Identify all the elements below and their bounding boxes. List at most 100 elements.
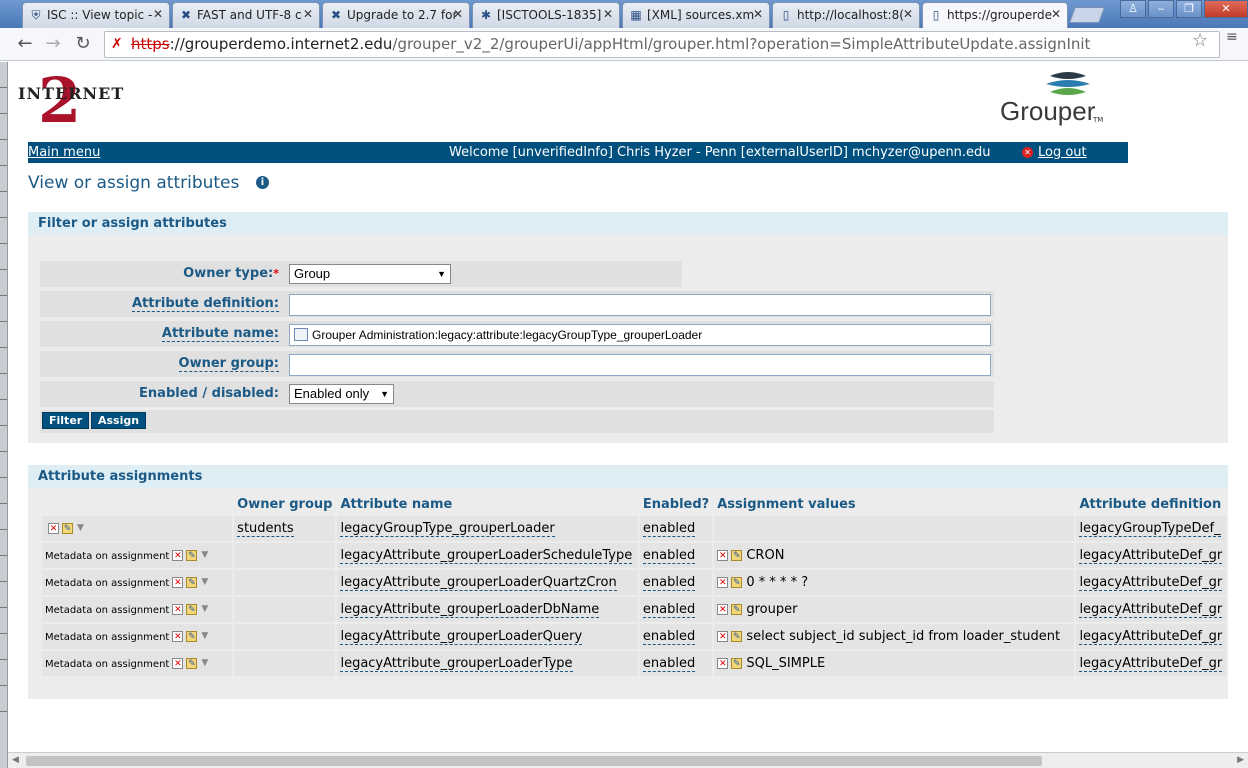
menu-arrow-icon[interactable]: ▼ xyxy=(200,631,209,642)
owner-group-label[interactable]: Owner group: xyxy=(178,356,279,372)
edit-value-icon[interactable]: ✎ xyxy=(731,604,743,615)
edit-icon[interactable]: ✎ xyxy=(62,523,73,534)
attribute-definition-label[interactable]: Attribute definition: xyxy=(132,296,279,312)
edit-value-icon[interactable]: ✎ xyxy=(731,550,743,561)
enabled-cell[interactable]: enabled xyxy=(642,629,696,645)
address-bar[interactable]: ✗ https://grouperdemo.internet2.edu/group… xyxy=(104,31,1220,58)
attribute-definition-header: Attribute definition xyxy=(1076,494,1226,514)
close-tab-icon[interactable]: ✕ xyxy=(753,7,763,21)
attribute-name-cell[interactable]: legacyGroupType_grouperLoader xyxy=(340,521,555,537)
logout-link[interactable]: Log out xyxy=(1038,142,1087,163)
menu-arrow-icon[interactable]: ▼ xyxy=(76,523,85,534)
tab-grouperdemo[interactable]: ▯ https://grouperde ✕ xyxy=(922,2,1068,29)
filter-button[interactable]: Filter xyxy=(42,412,90,429)
info-icon[interactable]: i xyxy=(256,176,269,189)
attribute-definition-cell[interactable]: legacyAttributeDef_gr xyxy=(1079,629,1223,645)
edit-icon[interactable]: ✎ xyxy=(186,604,198,615)
chrome-menu-icon[interactable]: ≡ xyxy=(1226,30,1240,52)
menu-arrow-icon[interactable]: ▼ xyxy=(200,658,209,669)
close-tab-icon[interactable]: ✕ xyxy=(153,7,163,21)
minimize-icon[interactable]: ‒ xyxy=(1148,0,1174,18)
owner-group-cell[interactable]: students xyxy=(237,521,294,537)
delete-icon[interactable]: ✕ xyxy=(48,523,59,534)
enabled-select[interactable]: Enabled only ▼ xyxy=(289,384,394,404)
tab-localhost[interactable]: ▯ http://localhost:8(✕ xyxy=(772,2,920,28)
attribute-name-cell[interactable]: legacyAttribute_grouperLoaderScheduleTyp… xyxy=(340,548,633,564)
horizontal-scrollbar[interactable]: ◀ ▶ xyxy=(8,752,1248,768)
attribute-name-row: Attribute name: Grouper Administration:l… xyxy=(40,321,994,347)
main-menu-bar: Main menu Welcome [unverifiedInfo] Chris… xyxy=(28,142,1128,163)
attribute-name-cell[interactable]: legacyAttribute_grouperLoaderDbName xyxy=(340,602,600,618)
back-icon[interactable]: ← xyxy=(14,33,36,55)
delete-value-icon[interactable]: ✕ xyxy=(717,550,729,561)
tab-fast-utf8[interactable]: ✖ FAST and UTF-8 c ✕ xyxy=(172,2,320,28)
table-row: Metadata on assignment ✕ ✎ ▼ legacyAttribut… xyxy=(42,651,1226,676)
page-icon: ▯ xyxy=(782,8,790,22)
enabled-cell[interactable]: enabled xyxy=(642,656,696,672)
attribute-definition-cell[interactable]: legacyAttributeDef_gr xyxy=(1079,656,1223,672)
attribute-definition-cell[interactable]: legacyAttributeDef_gr xyxy=(1079,602,1223,618)
reload-icon[interactable]: ↻ xyxy=(72,33,94,55)
window-close-icon[interactable]: ✕ xyxy=(1204,0,1248,18)
restore-icon[interactable]: ❐ xyxy=(1176,0,1202,18)
tab-xml-sources[interactable]: ▦ [XML] sources.xm ✕ xyxy=(622,2,770,28)
scroll-right-icon[interactable]: ▶ xyxy=(1237,755,1244,765)
edit-value-icon[interactable]: ✎ xyxy=(731,658,743,669)
attribute-definition-cell[interactable]: legacyGroupTypeDef_ xyxy=(1079,521,1221,537)
forward-icon[interactable]: → xyxy=(42,33,64,55)
close-tab-icon[interactable]: ✕ xyxy=(303,7,313,21)
attribute-definition-cell[interactable]: legacyAttributeDef_gr xyxy=(1079,575,1223,591)
scroll-left-icon[interactable]: ◀ xyxy=(12,755,19,765)
delete-icon[interactable]: ✕ xyxy=(172,604,184,615)
attribute-definition-cell[interactable]: legacyAttributeDef_gr xyxy=(1079,548,1223,564)
tab-isctools[interactable]: ✱ [ISCTOOLS-1835] ✕ xyxy=(472,2,620,28)
menu-arrow-icon[interactable]: ▼ xyxy=(200,577,209,588)
delete-value-icon[interactable]: ✕ xyxy=(717,577,729,588)
browser-toolbar: ← → ↻ ✗ https://grouperdemo.internet2.edu… xyxy=(0,28,1248,61)
tab-isc-view-topic[interactable]: ⛨ ISC :: View topic - ✕ xyxy=(22,2,170,28)
attribute-name-cell[interactable]: legacyAttribute_grouperLoaderType xyxy=(340,656,573,672)
delete-icon[interactable]: ✕ xyxy=(172,658,184,669)
metadata-label: Metadata on assignment xyxy=(45,551,170,562)
attribute-name-cell[interactable]: legacyAttribute_grouperLoaderQuartzCron xyxy=(340,575,617,591)
tab-upgrade[interactable]: ✖ Upgrade to 2.7 for ✕ xyxy=(322,2,470,28)
combobox-icon xyxy=(294,328,308,341)
enabled-cell[interactable]: enabled xyxy=(642,602,696,618)
attribute-name-header: Attribute name xyxy=(337,494,638,514)
bookmark-star-icon[interactable]: ☆ xyxy=(1192,30,1208,51)
scrollbar-thumb[interactable] xyxy=(26,756,1042,766)
menu-arrow-icon[interactable]: ▼ xyxy=(200,550,209,561)
close-tab-icon[interactable]: ✕ xyxy=(453,7,463,21)
edit-value-icon[interactable]: ✎ xyxy=(731,577,743,588)
delete-value-icon[interactable]: ✕ xyxy=(717,631,729,642)
delete-value-icon[interactable]: ✕ xyxy=(717,658,729,669)
attribute-name-label[interactable]: Attribute name: xyxy=(161,326,279,342)
owner-group-input[interactable] xyxy=(289,354,991,376)
owner-type-select[interactable]: Group ▼ xyxy=(289,264,451,284)
main-menu-link[interactable]: Main menu xyxy=(28,142,100,163)
delete-icon[interactable]: ✕ xyxy=(172,577,184,588)
edit-icon[interactable]: ✎ xyxy=(186,631,198,642)
attribute-name-input[interactable]: Grouper Administration:legacy:attribute:… xyxy=(289,324,991,346)
delete-icon[interactable]: ✕ xyxy=(172,631,184,642)
enabled-cell[interactable]: enabled xyxy=(642,575,696,591)
close-tab-icon[interactable]: ✕ xyxy=(603,7,613,21)
delete-icon[interactable]: ✕ xyxy=(172,550,184,561)
delete-value-icon[interactable]: ✕ xyxy=(717,604,729,615)
enabled-cell[interactable]: enabled xyxy=(642,521,696,537)
close-tab-icon[interactable]: ✕ xyxy=(1051,7,1061,21)
edit-icon[interactable]: ✎ xyxy=(186,577,198,588)
edit-value-icon[interactable]: ✎ xyxy=(731,631,743,642)
edit-icon[interactable]: ✎ xyxy=(186,658,198,669)
menu-arrow-icon[interactable]: ▼ xyxy=(200,604,209,615)
close-tab-icon[interactable]: ✕ xyxy=(903,7,913,21)
logout-icon[interactable]: ✕ xyxy=(1022,147,1033,158)
new-tab-button[interactable] xyxy=(1069,7,1105,23)
attribute-definition-input[interactable] xyxy=(289,294,991,316)
attribute-definition-row: Attribute definition: xyxy=(40,291,994,317)
assign-button[interactable]: Assign xyxy=(91,412,147,429)
enabled-cell[interactable]: enabled xyxy=(642,548,696,564)
user-icon[interactable]: ♙ xyxy=(1120,0,1146,18)
attribute-name-cell[interactable]: legacyAttribute_grouperLoaderQuery xyxy=(340,629,583,645)
edit-icon[interactable]: ✎ xyxy=(186,550,198,561)
